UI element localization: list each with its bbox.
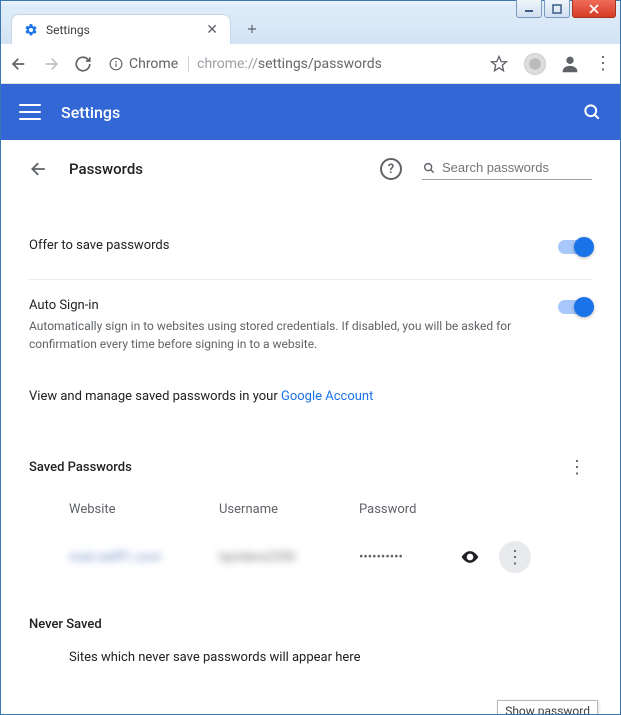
extension-icon[interactable] [524, 53, 546, 75]
autosign-description: Automatically sign in to websites using … [29, 317, 546, 353]
row-password-mask: •••••••••• [359, 550, 459, 565]
manage-text: View and manage saved passwords in your [29, 389, 281, 404]
content-scroll[interactable]: Passwords ? Offer to save passwords [1, 140, 620, 714]
settings-header: Settings [1, 84, 620, 140]
page-title: Passwords [69, 160, 143, 178]
search-icon [422, 161, 436, 175]
password-row-menu[interactable]: ⋮ [499, 541, 531, 573]
window-titlebar [1, 1, 620, 9]
col-password: Password [359, 502, 459, 517]
reload-button[interactable] [73, 54, 93, 74]
window-close-button[interactable] [572, 0, 616, 18]
never-saved-heading: Never Saved [29, 617, 592, 632]
search-passwords-field[interactable] [422, 158, 592, 180]
row-username: hpriders2550 [219, 550, 359, 565]
settings-title: Settings [61, 103, 120, 122]
site-chip[interactable]: Chrome [109, 56, 189, 72]
navigation-bar: Chrome chrome://settings/passwords ⋮ [1, 44, 620, 84]
forward-button[interactable] [41, 54, 61, 74]
window-maximize-button[interactable] [544, 0, 570, 18]
page-back-button[interactable] [29, 159, 49, 179]
never-saved-text: Sites which never save passwords will ap… [29, 650, 592, 665]
help-icon[interactable]: ? [380, 158, 402, 180]
gear-icon [24, 23, 38, 37]
browser-menu-button[interactable]: ⋮ [594, 53, 612, 74]
settings-search-icon[interactable] [582, 102, 602, 122]
col-username: Username [219, 502, 359, 517]
profile-avatar[interactable] [558, 52, 582, 76]
password-row: mail.redff1.com hpriders2550 •••••••••• … [29, 527, 592, 587]
row-website[interactable]: mail.redff1.com [69, 550, 219, 565]
tab-title: Settings [46, 23, 198, 37]
tab-close-icon[interactable]: ✕ [206, 22, 218, 38]
saved-passwords-menu[interactable]: ⋮ [562, 452, 592, 482]
menu-icon[interactable] [19, 104, 41, 120]
window-minimize-button[interactable] [516, 0, 542, 18]
site-chip-label: Chrome [129, 56, 178, 72]
search-passwords-input[interactable] [442, 160, 592, 175]
bookmark-star-icon[interactable] [490, 55, 508, 73]
info-icon [109, 57, 123, 71]
col-website: Website [69, 502, 219, 517]
autosign-label: Auto Sign-in [29, 298, 546, 313]
omnibox[interactable]: Chrome chrome://settings/passwords [105, 55, 512, 73]
offer-save-toggle[interactable] [558, 240, 592, 254]
show-password-tooltip: Show password [497, 700, 598, 714]
offer-save-label: Offer to save passwords [29, 238, 546, 253]
new-tab-button[interactable] [239, 16, 265, 42]
password-table-header: Website Username Password [29, 492, 592, 527]
back-button[interactable] [9, 54, 29, 74]
google-account-link[interactable]: Google Account [281, 389, 373, 404]
omnibox-url: chrome://settings/passwords [197, 56, 382, 72]
browser-tab-settings[interactable]: Settings ✕ [11, 14, 231, 44]
saved-passwords-heading: Saved Passwords [29, 460, 562, 475]
show-password-icon[interactable] [459, 546, 481, 568]
autosign-toggle[interactable] [558, 300, 592, 314]
